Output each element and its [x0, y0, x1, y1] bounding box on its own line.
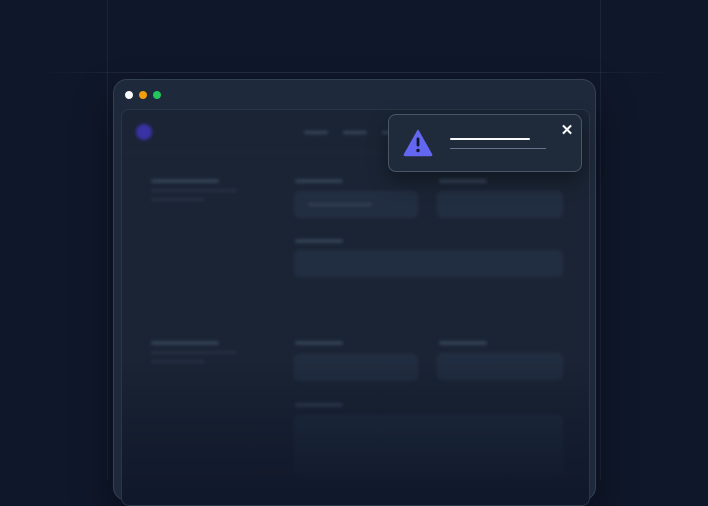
section-desc-skeleton — [151, 351, 237, 354]
section-desc-skeleton — [151, 198, 205, 201]
nav-item[interactable] — [304, 131, 328, 134]
nav-item[interactable] — [343, 131, 367, 134]
field-value-skeleton — [308, 203, 372, 206]
section-title-skeleton — [151, 179, 219, 183]
field-label-skeleton — [439, 179, 487, 183]
section-desc-skeleton — [151, 189, 237, 192]
toast-title-line — [450, 138, 530, 140]
toast-message-line — [450, 148, 546, 149]
field-label-skeleton — [295, 341, 343, 345]
window-maximize-dot[interactable] — [153, 91, 161, 99]
textarea-skeleton[interactable] — [294, 415, 563, 477]
window-close-dot[interactable] — [125, 91, 133, 99]
app-logo-icon — [136, 124, 152, 140]
guide-line-top — [36, 72, 672, 73]
text-field-skeleton[interactable] — [437, 353, 563, 380]
warning-triangle-icon — [403, 129, 433, 157]
text-field-skeleton[interactable] — [437, 191, 563, 218]
field-label-skeleton — [295, 403, 343, 407]
text-field-skeleton[interactable] — [294, 354, 418, 381]
warning-toast: ✕ — [388, 114, 582, 172]
text-field-skeleton[interactable] — [294, 191, 418, 218]
field-label-skeleton — [439, 341, 487, 345]
field-label-skeleton — [295, 179, 343, 183]
text-field-skeleton[interactable] — [294, 250, 563, 277]
window-minimize-dot[interactable] — [139, 91, 147, 99]
section-title-skeleton — [151, 341, 219, 345]
field-label-skeleton — [295, 239, 343, 243]
section-desc-skeleton — [151, 360, 205, 363]
close-icon[interactable]: ✕ — [559, 123, 575, 139]
